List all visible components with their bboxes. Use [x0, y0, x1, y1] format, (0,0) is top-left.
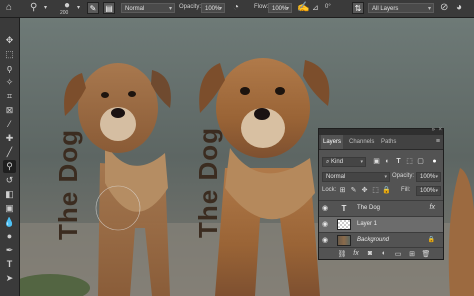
- filter-smart-object-icon[interactable]: ▢: [416, 157, 425, 166]
- layers-panel: » × Layers Channels Paths ≡ ⌕ Kind ▾ ▣ ◐ …: [318, 127, 444, 260]
- visibility-eye-icon[interactable]: ◉: [322, 204, 328, 212]
- blend-row: Normal ▾ Opacity: 100% ▾: [319, 171, 443, 183]
- eyedropper-icon[interactable]: ⁄: [3, 118, 16, 131]
- text-layer-right[interactable]: The Dog: [193, 127, 224, 238]
- blend-mode-select[interactable]: Normal ▾: [322, 172, 390, 182]
- tab-channels[interactable]: Channels: [347, 135, 376, 149]
- crop-icon[interactable]: ⌗: [3, 90, 16, 103]
- lock-all-icon[interactable]: 🔒: [382, 186, 391, 195]
- filter-toggle-icon[interactable]: ●: [430, 157, 439, 166]
- layer-name: The Dog: [357, 205, 381, 211]
- clone-stamp-tool-icon[interactable]: ⚲: [30, 2, 37, 14]
- brush-picker-chevron-icon[interactable]: ▾: [77, 2, 80, 14]
- layer-row-text[interactable]: ◉ T The Dog fx: [319, 200, 443, 216]
- filter-type-icon[interactable]: T: [394, 157, 403, 166]
- lock-artboard-icon[interactable]: ⬚: [371, 186, 380, 195]
- new-layer-icon[interactable]: ⊞: [407, 250, 417, 258]
- move-icon[interactable]: ✥: [3, 34, 16, 47]
- path-select-icon[interactable]: ➤: [3, 272, 16, 285]
- layer-thumbnail: [337, 219, 351, 230]
- add-mask-icon[interactable]: ◙: [365, 250, 375, 257]
- flow-input[interactable]: 100% ▾: [268, 3, 292, 13]
- fill-label: Fill:: [401, 187, 411, 193]
- home-icon[interactable]: ⌂: [6, 2, 12, 14]
- panel-menu-icon[interactable]: ≡: [436, 138, 440, 145]
- toggle-clone-source-icon[interactable]: ▤: [103, 2, 115, 14]
- tab-layers[interactable]: Layers: [321, 135, 344, 149]
- gradient-icon[interactable]: ▣: [3, 202, 16, 215]
- layer-row-layer1[interactable]: ◉ Layer 1: [319, 216, 443, 232]
- angle-value[interactable]: 0°: [325, 4, 331, 10]
- layer-opacity-input[interactable]: 100% ▾: [416, 172, 441, 182]
- background-thumbnail: [337, 235, 351, 246]
- pressure-size-icon[interactable]: ◕: [456, 2, 462, 14]
- lock-transparent-icon[interactable]: ⊞: [338, 186, 347, 195]
- text-layer-thumbnail-icon: T: [341, 204, 347, 213]
- airbrush-icon[interactable]: ✍: [297, 2, 309, 14]
- filter-row: ⌕ Kind ▾ ▣ ◐ T ⬚ ▢ ●: [319, 156, 443, 168]
- layer-name: Layer 1: [357, 221, 378, 227]
- tab-paths[interactable]: Paths: [379, 135, 398, 149]
- history-brush-icon[interactable]: ↺: [3, 174, 16, 187]
- opacity-label: Opacity:: [392, 173, 415, 179]
- delete-layer-icon[interactable]: 🗑: [421, 250, 431, 258]
- lock-label: Lock:: [322, 187, 337, 193]
- quick-select-icon[interactable]: ✧: [3, 76, 16, 89]
- layer-name: Background: [357, 237, 390, 243]
- layers-footer: ⛓ fx ◙ ◐ ▭ ⊞ 🗑: [319, 247, 443, 260]
- new-group-icon[interactable]: ▭: [393, 250, 403, 258]
- frame-icon[interactable]: ⊠: [3, 104, 16, 117]
- brush-size-value: 200: [60, 10, 69, 16]
- mode-select[interactable]: Normal ▾: [121, 3, 175, 13]
- eraser-icon[interactable]: ◧: [3, 188, 16, 201]
- visibility-eye-icon[interactable]: ◉: [322, 220, 328, 228]
- type-icon[interactable]: T: [3, 258, 16, 271]
- clone-stamp-icon[interactable]: ⚲: [3, 160, 16, 173]
- filter-shape-icon[interactable]: ⬚: [405, 157, 414, 166]
- layer-row-background[interactable]: ◉ Background 🔒: [319, 232, 443, 248]
- collapse-panel-icon[interactable]: »: [432, 127, 435, 133]
- pressure-opacity-icon[interactable]: ◔: [233, 2, 239, 14]
- lock-row: Lock: ⊞ ✎ ✥ ⬚ 🔒 Fill: 100% ▾: [319, 185, 443, 197]
- tool-preset-chevron-icon[interactable]: ▾: [44, 2, 47, 14]
- link-layers-icon[interactable]: ⛓: [337, 250, 347, 258]
- flow-label: Flow:: [254, 4, 269, 10]
- add-style-icon[interactable]: fx: [351, 250, 361, 257]
- filter-adjustment-icon[interactable]: ◐: [383, 157, 392, 166]
- filter-kind-select[interactable]: ⌕ Kind ▾: [322, 157, 366, 167]
- adjustment-layer-icon[interactable]: ◐: [379, 250, 389, 257]
- tools-panel: ✥ ⬚ ϙ ✧ ⌗ ⊠ ⁄ ✚ ╱ ⚲ ↺ ◧ ▣ 💧 ● ✒ T ➤: [0, 18, 20, 296]
- dodge-icon[interactable]: ●: [3, 230, 16, 243]
- lock-position-icon[interactable]: ✥: [360, 186, 369, 195]
- healing-icon[interactable]: ✚: [3, 132, 16, 145]
- panel-tabs: Layers Channels Paths ≡: [319, 135, 443, 150]
- text-layer-left[interactable]: The Dog: [53, 129, 84, 240]
- opacity-label: Opacity:: [179, 4, 202, 10]
- close-panel-icon[interactable]: ×: [438, 127, 442, 133]
- opacity-input[interactable]: 100% ▾: [201, 3, 225, 13]
- angle-icon: ⊿: [312, 3, 319, 12]
- ignore-adjustment-icon[interactable]: ⊘: [440, 2, 448, 14]
- toggle-brush-settings-icon[interactable]: ✎: [87, 2, 99, 14]
- brush-icon[interactable]: ╱: [3, 146, 16, 159]
- blur-icon[interactable]: 💧: [3, 216, 16, 229]
- visibility-eye-icon[interactable]: ◉: [322, 236, 328, 244]
- lock-icon: 🔒: [427, 237, 435, 243]
- lock-image-icon[interactable]: ✎: [349, 186, 358, 195]
- filter-pixel-icon[interactable]: ▣: [372, 157, 381, 166]
- sample-select[interactable]: All Layers ▾: [368, 3, 434, 13]
- aligned-toggle-icon[interactable]: ⇅: [352, 2, 364, 14]
- layer-fill-input[interactable]: 100% ▾: [416, 186, 441, 196]
- options-bar: ⌂ ⚲ ▾ ● 200 ▾ ✎ ▤ Normal ▾ Opacity: 100% ▾…: [0, 0, 474, 18]
- layer-effects-label[interactable]: fx: [430, 204, 435, 211]
- marquee-icon[interactable]: ⬚: [3, 48, 16, 61]
- lasso-icon[interactable]: ϙ: [3, 62, 16, 75]
- pen-icon[interactable]: ✒: [3, 244, 16, 257]
